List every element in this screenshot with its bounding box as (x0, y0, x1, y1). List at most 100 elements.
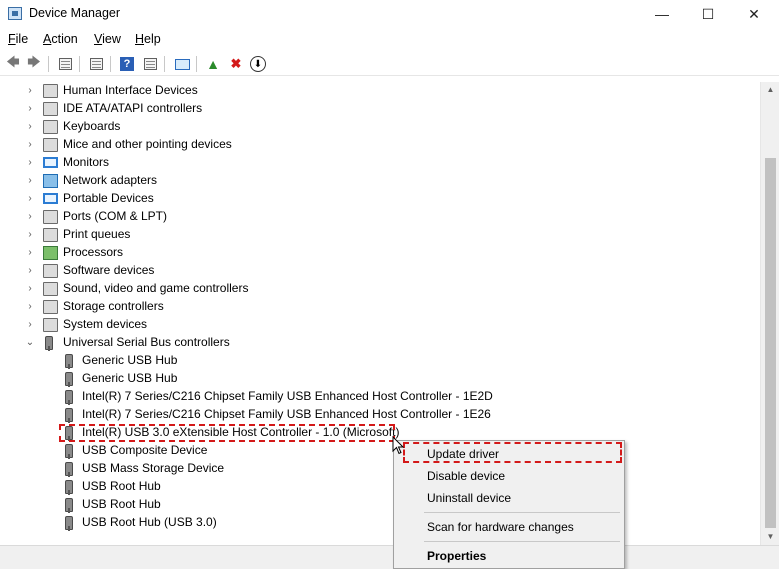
toolbar: 🡄 🡆 ? ▲ ✖ ⬇ (0, 52, 779, 76)
back-arrow-icon[interactable]: 🡄 (4, 54, 22, 73)
scroll-up-icon[interactable]: ▲ (761, 82, 779, 98)
properties-sheet-icon[interactable] (87, 55, 105, 73)
chevron-down-icon[interactable]: ⌄ (24, 336, 36, 350)
forward-arrow-icon[interactable]: 🡆 (25, 54, 43, 73)
tree-device[interactable]: USB Root Hub (0, 496, 760, 514)
storage-controller-icon (43, 300, 58, 314)
chevron-right-icon[interactable]: › (24, 120, 36, 134)
processor-icon (43, 246, 58, 260)
chevron-right-icon[interactable]: › (24, 282, 36, 296)
scrollbar-thumb[interactable] (765, 158, 776, 528)
chevron-right-icon[interactable]: › (24, 174, 36, 188)
menu-action[interactable]: Action (43, 32, 78, 46)
chevron-right-icon[interactable]: › (24, 228, 36, 242)
minimize-button[interactable]: — (639, 0, 685, 28)
chevron-right-icon[interactable]: › (24, 210, 36, 224)
selected-device-highlight (59, 424, 395, 442)
printer-icon (43, 228, 58, 242)
scan-hardware-monitor-icon[interactable] (173, 55, 191, 73)
close-button[interactable]: ✕ (731, 0, 777, 28)
menu-separator (424, 541, 620, 542)
window-title: Device Manager (29, 6, 121, 20)
tree-device[interactable]: USB Mass Storage Device (0, 460, 760, 478)
chevron-right-icon[interactable]: › (24, 192, 36, 206)
monitor-icon (43, 157, 58, 168)
chevron-right-icon[interactable]: › (24, 246, 36, 260)
tree-category[interactable]: › Print queues (0, 226, 760, 244)
tree-category[interactable]: › Mice and other pointing devices (0, 136, 760, 154)
tree-device[interactable]: USB Root Hub (0, 478, 760, 496)
device-tree[interactable]: › Human Interface Devices › IDE ATA/ATAPI … (0, 82, 760, 545)
usb-icon (65, 516, 73, 531)
tree-category[interactable]: › System devices (0, 316, 760, 334)
chevron-right-icon[interactable]: › (24, 264, 36, 278)
menu-item-uninstall-device[interactable]: Uninstall device (427, 491, 511, 505)
chevron-right-icon[interactable]: › (24, 318, 36, 332)
keyboard-icon (43, 120, 58, 134)
update-driver-icon[interactable]: ▲ (204, 55, 222, 73)
tree-device[interactable]: Intel(R) 7 Series/C216 Chipset Family US… (0, 388, 760, 406)
menu-item-disable-device[interactable]: Disable device (427, 469, 505, 483)
tree-category[interactable]: › Portable Devices (0, 190, 760, 208)
toolbar-separator (79, 56, 80, 72)
tree-category[interactable]: › Human Interface Devices (0, 82, 760, 100)
tree-category[interactable]: › IDE ATA/ATAPI controllers (0, 100, 760, 118)
usb-icon (65, 372, 73, 387)
menu-item-properties[interactable]: Properties (427, 549, 486, 563)
toolbar-separator (48, 56, 49, 72)
disable-device-icon[interactable]: ⬇ (250, 56, 266, 72)
maximize-button[interactable]: ☐ (685, 0, 731, 28)
toolbar-separator (110, 56, 111, 72)
tree-category[interactable]: › Ports (COM & LPT) (0, 208, 760, 226)
menu-view[interactable]: View (94, 32, 121, 46)
chevron-right-icon[interactable]: › (24, 300, 36, 314)
port-icon (43, 210, 58, 224)
menu-item-scan-hardware[interactable]: Scan for hardware changes (427, 520, 574, 534)
vertical-scrollbar[interactable]: ▲ ▼ (760, 82, 779, 545)
action-pane-icon[interactable] (141, 55, 159, 73)
chevron-right-icon[interactable]: › (24, 102, 36, 116)
tree-device[interactable]: USB Composite Device (0, 442, 760, 460)
usb-icon (65, 390, 73, 405)
tree-category-usb[interactable]: ⌄ Universal Serial Bus controllers (0, 334, 760, 352)
tree-device[interactable]: Generic USB Hub (0, 370, 760, 388)
chevron-right-icon[interactable]: › (24, 138, 36, 152)
system-device-icon (43, 318, 58, 332)
tree-category[interactable]: › Network adapters (0, 172, 760, 190)
usb-icon (45, 336, 53, 351)
chevron-right-icon[interactable]: › (24, 84, 36, 98)
update-driver-highlight (403, 442, 622, 463)
menu-bar: File Action View Help (0, 30, 779, 50)
tree-category[interactable]: › Storage controllers (0, 298, 760, 316)
usb-icon (65, 354, 73, 369)
chevron-right-icon[interactable]: › (24, 156, 36, 170)
ide-controller-icon (43, 102, 58, 116)
scroll-down-icon[interactable]: ▼ (761, 529, 779, 545)
tree-device[interactable]: Generic USB Hub (0, 352, 760, 370)
tree-category[interactable]: › Sound, video and game controllers (0, 280, 760, 298)
toolbar-separator (164, 56, 165, 72)
portable-device-icon (43, 193, 58, 204)
mouse-icon (43, 138, 58, 152)
menu-file[interactable]: File (8, 32, 28, 46)
mouse-cursor-icon (392, 436, 405, 455)
tree-category[interactable]: › Keyboards (0, 118, 760, 136)
uninstall-x-icon[interactable]: ✖ (227, 55, 245, 73)
usb-icon (65, 408, 73, 423)
usb-icon (65, 480, 73, 495)
status-bar (0, 545, 779, 569)
tree-category[interactable]: › Software devices (0, 262, 760, 280)
show-hide-console-tree-icon[interactable] (56, 55, 74, 73)
toolbar-separator (196, 56, 197, 72)
usb-icon (65, 444, 73, 459)
tree-category[interactable]: › Processors (0, 244, 760, 262)
tree-device[interactable]: Intel(R) 7 Series/C216 Chipset Family US… (0, 406, 760, 424)
usb-icon (65, 498, 73, 513)
tree-device[interactable]: USB Root Hub (USB 3.0) (0, 514, 760, 532)
tree-category[interactable]: › Monitors (0, 154, 760, 172)
help-icon[interactable]: ? (118, 55, 136, 73)
human-interface-device-icon (43, 84, 58, 98)
menu-separator (424, 512, 620, 513)
menu-help[interactable]: Help (135, 32, 161, 46)
software-device-icon (43, 264, 58, 278)
